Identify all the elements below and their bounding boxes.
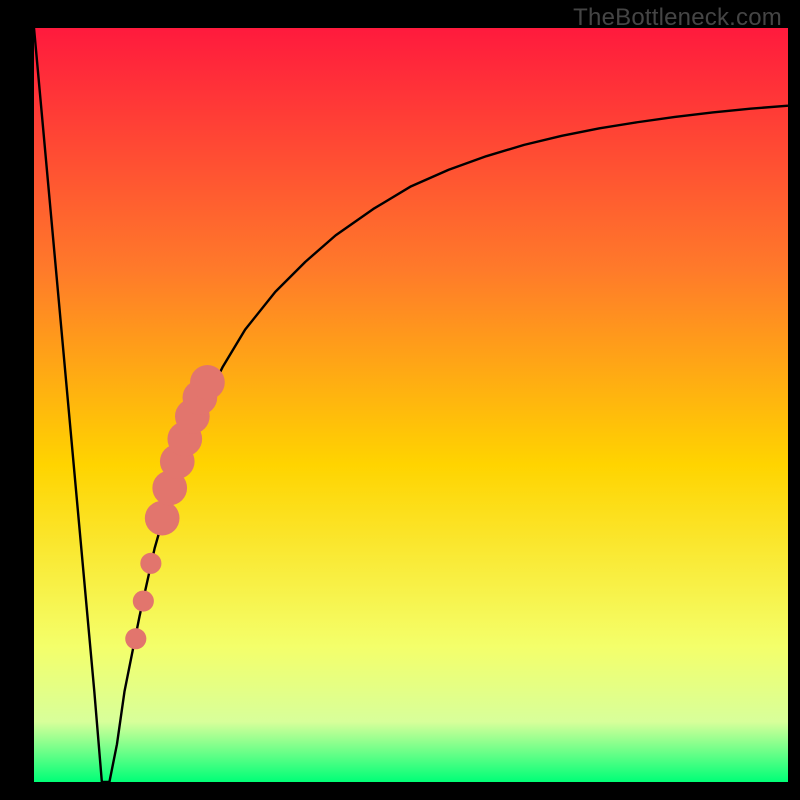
marker-dot <box>125 628 146 649</box>
marker-dot <box>190 365 225 400</box>
bottleneck-chart <box>0 0 800 800</box>
watermark-text: TheBottleneck.com <box>573 4 782 32</box>
marker-dot <box>145 501 180 536</box>
marker-dot <box>140 553 161 574</box>
chart-frame: TheBottleneck.com <box>0 0 800 800</box>
marker-dot <box>133 590 154 611</box>
gradient-background <box>34 28 788 782</box>
